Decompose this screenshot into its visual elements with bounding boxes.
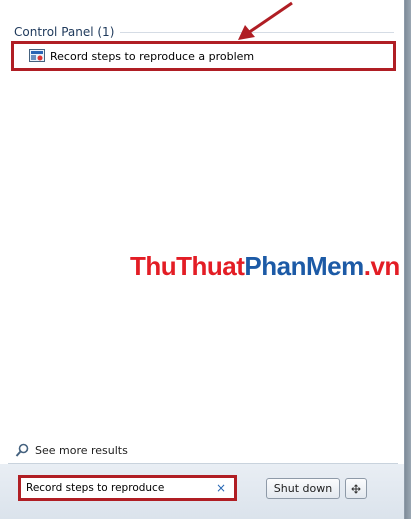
watermark-part2: PhanMem — [244, 251, 364, 281]
see-more-label: See more results — [35, 443, 128, 457]
group-header: Control Panel (1) — [14, 24, 394, 40]
shutdown-button[interactable]: Shut down — [266, 478, 340, 499]
watermark-part3: .vn — [363, 251, 401, 281]
annotation-arrow-icon — [238, 1, 293, 40]
shutdown-options-button[interactable] — [345, 478, 367, 499]
desktop-background — [405, 0, 411, 519]
search-icon — [15, 443, 29, 457]
shutdown-options-icon — [351, 483, 361, 494]
result-record-steps[interactable]: Record steps to reproduce a problem — [11, 41, 396, 71]
start-menu-panel: Control Panel (1) Record steps to reprod… — [0, 0, 405, 519]
clear-icon[interactable]: × — [214, 481, 228, 495]
result-label: Record steps to reproduce a problem — [50, 49, 255, 63]
steps-recorder-icon — [29, 49, 45, 62]
group-title: Control Panel (1) — [14, 25, 115, 39]
search-box: × — [18, 475, 237, 501]
watermark: ThuThuatPhanMem.vn — [130, 251, 400, 282]
see-more-results-link[interactable]: See more results — [15, 441, 128, 459]
search-input[interactable] — [21, 482, 214, 494]
watermark-part1: ThuThuat — [130, 251, 245, 281]
